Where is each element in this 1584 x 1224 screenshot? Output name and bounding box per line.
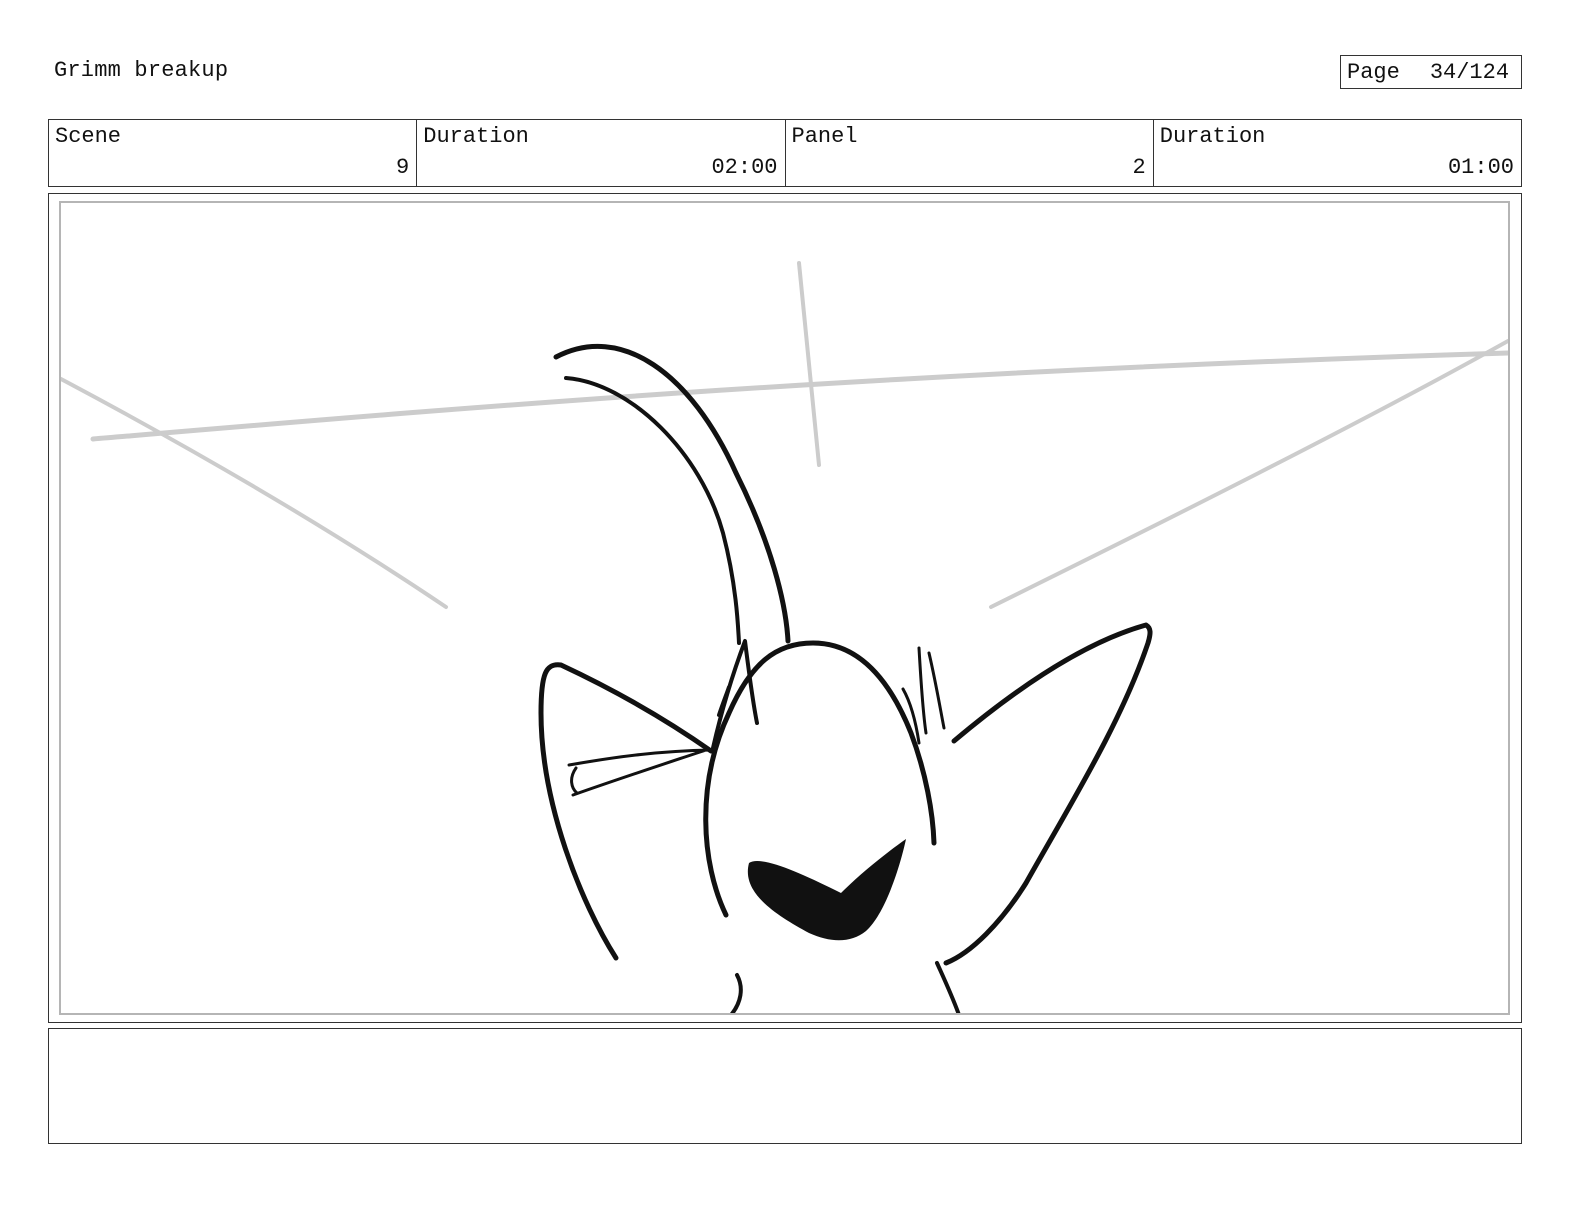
scene-value: 9 [396, 155, 410, 180]
panel-info-row: Scene 9 Duration 02:00 Panel 2 Duration … [48, 119, 1522, 187]
guide-lines [61, 261, 1508, 609]
guide-line-vertical [797, 261, 821, 467]
left-ear-inner-stroke [567, 747, 713, 797]
neck-left-stroke [729, 973, 743, 1013]
scene-label: Scene [55, 124, 122, 149]
guide-line-right-diagonal [989, 339, 1508, 609]
left-ear-stroke [538, 662, 714, 961]
panel-duration-label: Duration [1159, 124, 1266, 149]
scene-duration-cell: Duration 02:00 [417, 120, 786, 186]
scene-cell: Scene 9 [49, 120, 418, 186]
scene-duration-label: Duration [423, 124, 529, 149]
antenna-inner-stroke [564, 376, 741, 645]
mouth-shape [747, 839, 906, 941]
panel-cell: Panel 2 [786, 120, 1154, 186]
scene-duration-value: 02:00 [711, 155, 778, 180]
right-ear-stroke [943, 622, 1153, 966]
neck-right-stroke [935, 961, 961, 1013]
panel-label: Panel [791, 124, 858, 149]
page-label: Page [1347, 59, 1400, 85]
storyboard-panel-image [59, 201, 1510, 1015]
project-title: Grimm breakup [54, 58, 229, 83]
page-indicator: Page 34/124 [1340, 55, 1522, 89]
guide-line-horizon [90, 350, 1508, 442]
panel-duration-value: 01:00 [1447, 155, 1514, 180]
storyboard-panel-frame [48, 193, 1522, 1023]
panel-value: 2 [1132, 155, 1146, 180]
panel-duration-cell: Duration 01:00 [1154, 120, 1521, 186]
panel-notes-box[interactable] [48, 1028, 1522, 1144]
character-head-sketch [61, 261, 1508, 1013]
head-outline-stroke [703, 640, 937, 918]
page-number: 34/124 [1429, 59, 1510, 85]
